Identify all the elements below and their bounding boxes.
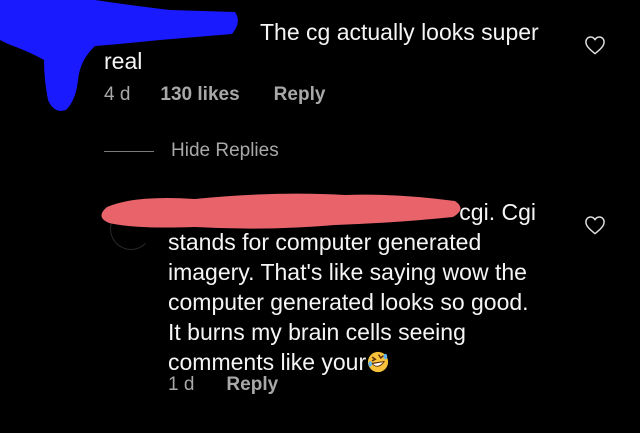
thread-divider-line	[104, 150, 154, 152]
comments-screen: The cg actually looks super real 4 d 130…	[0, 0, 640, 433]
hide-replies-label: Hide Replies	[171, 140, 279, 161]
comment-2-time: 1 d	[168, 374, 195, 395]
heart-outline-icon[interactable]	[584, 215, 606, 235]
comment-2-text: stands for computer generated imagery. T…	[168, 229, 529, 375]
rolling-on-floor-laughing-emoji	[368, 351, 389, 373]
heart-outline-icon[interactable]	[584, 35, 606, 55]
comment-2-meta: 1 d Reply	[168, 374, 278, 396]
comment-2-reply-button[interactable]: Reply	[226, 374, 278, 396]
hide-replies-button[interactable]: Hide Replies	[104, 140, 279, 162]
red-redaction-scribble	[101, 193, 461, 229]
blue-redaction-scribble	[0, 0, 238, 111]
comment-1-reply-button[interactable]: Reply	[274, 84, 326, 106]
